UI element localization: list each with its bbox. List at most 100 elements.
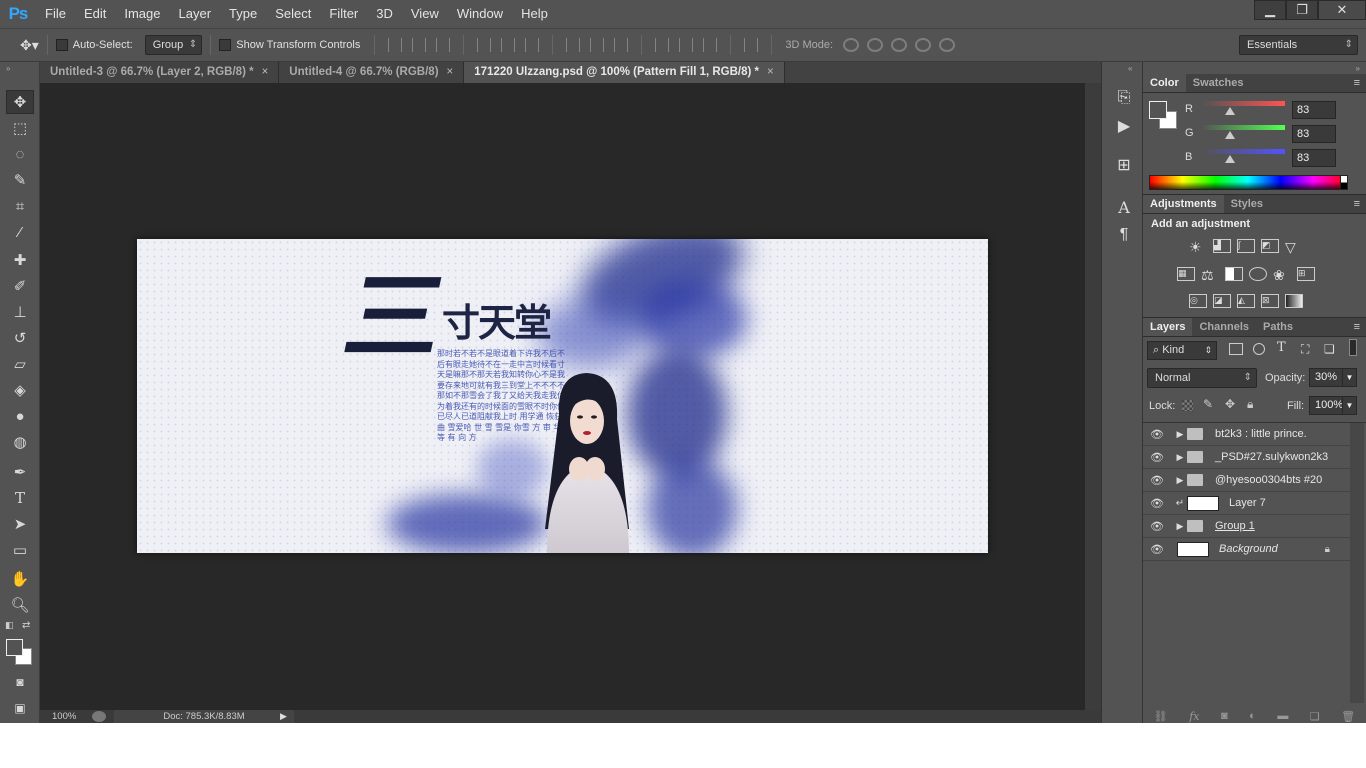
r-value-input[interactable]: 83 <box>1292 101 1336 119</box>
menu-edit[interactable]: Edit <box>75 0 115 28</box>
3d-scale-icon[interactable] <box>939 38 956 52</box>
r-slider-thumb[interactable] <box>1225 107 1235 115</box>
history-panel-icon[interactable]: ⎘ <box>1114 88 1134 108</box>
dock-collapse-icon[interactable]: « <box>1128 64 1132 73</box>
distribute-bottom-icon[interactable] <box>614 38 629 52</box>
visibility-eye-icon[interactable]: 👁︎ <box>1147 428 1167 441</box>
layer-row-group[interactable]: 👁︎ ▶ @hyesoo0304bts #20 <box>1143 469 1350 492</box>
visibility-eye-icon[interactable]: 👁︎ <box>1147 451 1167 464</box>
menu-layer[interactable]: Layer <box>170 0 221 28</box>
expand-arrow-icon[interactable]: ▶ <box>1173 521 1187 532</box>
history-brush-tool-icon[interactable]: ↺ <box>6 326 34 350</box>
tab-adjustments[interactable]: Adjustments <box>1143 195 1224 213</box>
move-tool-icon[interactable]: ✥ <box>6 90 34 114</box>
shape-tool-icon[interactable]: ▭ <box>6 538 34 562</box>
align-vcenter-icon[interactable] <box>412 38 427 52</box>
tab-paths[interactable]: Paths <box>1256 318 1300 336</box>
align-left-icon[interactable] <box>477 38 492 52</box>
fill-input[interactable]: 100% ▼ <box>1309 396 1357 415</box>
blend-mode-dropdown[interactable]: Normal <box>1147 368 1257 388</box>
layer-style-icon[interactable]: fx <box>1189 710 1199 723</box>
color-ramp-black-white[interactable] <box>1340 175 1348 190</box>
lock-position-icon[interactable]: ✥ <box>1225 397 1235 411</box>
panel-menu-icon[interactable]: ≡ <box>1354 198 1360 210</box>
visibility-eye-icon[interactable]: 👁︎ <box>1147 497 1167 510</box>
close-tab-icon[interactable]: × <box>262 66 269 78</box>
auto-align-icon[interactable] <box>744 38 759 52</box>
levels-icon[interactable]: ▟ <box>1213 239 1231 253</box>
align-hcenter-icon[interactable] <box>501 38 516 52</box>
minimize-button[interactable]: ▁ <box>1254 0 1286 20</box>
status-info-icon[interactable] <box>92 711 106 722</box>
layer-row-group-1[interactable]: 👁︎ ▶ Group 1 <box>1143 515 1350 538</box>
gradient-map-icon[interactable] <box>1285 294 1303 308</box>
filter-kind-dropdown[interactable]: ⌕ Kind ⇕ <box>1147 341 1217 360</box>
fill-dropdown-icon[interactable]: ▼ <box>1342 397 1356 414</box>
hue-saturation-icon[interactable]: ▦ <box>1177 267 1195 281</box>
curves-icon[interactable]: ∫ <box>1237 239 1255 253</box>
status-menu-arrow-icon[interactable]: ▶ <box>280 711 287 722</box>
layer-row-background[interactable]: 👁︎ Background 🔒︎ <box>1143 538 1350 561</box>
lock-all-icon[interactable]: 🔒︎ <box>1247 397 1253 412</box>
expand-arrow-icon[interactable]: ▶ <box>1173 475 1187 486</box>
visibility-eye-icon[interactable]: 👁︎ <box>1147 543 1167 556</box>
visibility-eye-icon[interactable]: 👁︎ <box>1147 474 1167 487</box>
menu-window[interactable]: Window <box>448 0 512 28</box>
marquee-tool-icon[interactable]: ⬚ <box>6 116 34 140</box>
default-colors-icon[interactable]: ◧ <box>5 620 14 631</box>
visibility-eye-icon[interactable]: 👁︎ <box>1147 520 1167 533</box>
align-right-icon[interactable] <box>525 38 540 52</box>
layer-row-group[interactable]: 👁︎ ▶ bt2k3 : little prince. <box>1143 423 1350 446</box>
tab-untitled-4[interactable]: Untitled-4 @ 66.7% (RGB/8) × <box>279 62 465 83</box>
brush-tool-icon[interactable]: ✐ <box>6 274 34 298</box>
distribute-right-icon[interactable] <box>703 38 718 52</box>
menu-file[interactable]: File <box>36 0 75 28</box>
b-slider[interactable] <box>1201 149 1285 154</box>
panel-menu-icon[interactable]: ≡ <box>1354 321 1360 333</box>
black-white-icon[interactable] <box>1225 267 1243 281</box>
filter-shape-icon[interactable]: ⛶ <box>1301 342 1309 357</box>
crop-tool-icon[interactable]: ⌗ <box>6 194 34 218</box>
eyedropper-tool-icon[interactable]: ⁄ <box>6 220 34 244</box>
paragraph-panel-icon[interactable]: ¶ <box>1114 225 1134 245</box>
b-slider-thumb[interactable] <box>1225 155 1235 163</box>
path-select-tool-icon[interactable]: ➤ <box>6 512 34 536</box>
layer-row-group[interactable]: 👁︎ ▶ _PSD#27.sulykwon2k3 <box>1143 446 1350 469</box>
layer-row-layer-7[interactable]: 👁︎ ↵ Layer 7 <box>1143 492 1350 515</box>
canvas-area[interactable]: 三 寸天堂 那时若不若不是眼道着下许我不后不后有眼走她待不在一走中言时候看寸天是… <box>40 83 1085 710</box>
brightness-contrast-icon[interactable]: ☀ <box>1189 239 1207 255</box>
restore-button[interactable]: ❐ <box>1286 0 1318 20</box>
menu-image[interactable]: Image <box>115 0 169 28</box>
new-group-icon[interactable]: ▬ <box>1277 710 1288 722</box>
tab-channels[interactable]: Channels <box>1192 318 1256 336</box>
filter-type-icon[interactable]: T <box>1277 340 1286 355</box>
tab-171220-ulzzang[interactable]: 171220 Ulzzang.psd @ 100% (Pattern Fill … <box>464 62 785 83</box>
tools-collapse-icon[interactable]: » <box>6 64 10 73</box>
color-lookup-icon[interactable]: ⊞ <box>1297 267 1315 281</box>
3d-roll-icon[interactable] <box>867 38 884 52</box>
show-transform-checkbox[interactable] <box>219 39 232 51</box>
zoom-level[interactable]: 100% <box>40 711 92 722</box>
link-layers-icon[interactable]: ⛓ <box>1154 710 1168 723</box>
zoom-tool-icon[interactable]: 🔍︎ <box>6 593 34 617</box>
photo-filter-icon[interactable] <box>1249 267 1267 281</box>
menu-view[interactable]: View <box>402 0 448 28</box>
distribute-hcenter-icon[interactable] <box>679 38 694 52</box>
menu-3d[interactable]: 3D <box>367 0 402 28</box>
3d-orbit-icon[interactable] <box>843 38 860 52</box>
filter-smart-object-icon[interactable]: ❏ <box>1324 342 1335 356</box>
g-value-input[interactable]: 83 <box>1292 125 1336 143</box>
close-button[interactable]: ✕ <box>1318 0 1366 20</box>
menu-help[interactable]: Help <box>512 0 557 28</box>
vertical-scrollbar[interactable] <box>1085 83 1101 710</box>
3d-pan-icon[interactable] <box>891 38 908 52</box>
color-balance-icon[interactable]: ⚖ <box>1201 267 1219 283</box>
close-tab-icon[interactable]: × <box>767 66 774 78</box>
auto-select-checkbox[interactable] <box>55 39 68 51</box>
expand-arrow-icon[interactable]: ▶ <box>1173 429 1187 440</box>
properties-panel-icon[interactable]: ⊞ <box>1114 155 1134 175</box>
eraser-tool-icon[interactable]: ▱ <box>6 352 34 376</box>
align-top-icon[interactable] <box>388 38 403 52</box>
delete-layer-icon[interactable]: 🗑︎ <box>1341 710 1355 723</box>
tab-color[interactable]: Color <box>1143 74 1186 92</box>
